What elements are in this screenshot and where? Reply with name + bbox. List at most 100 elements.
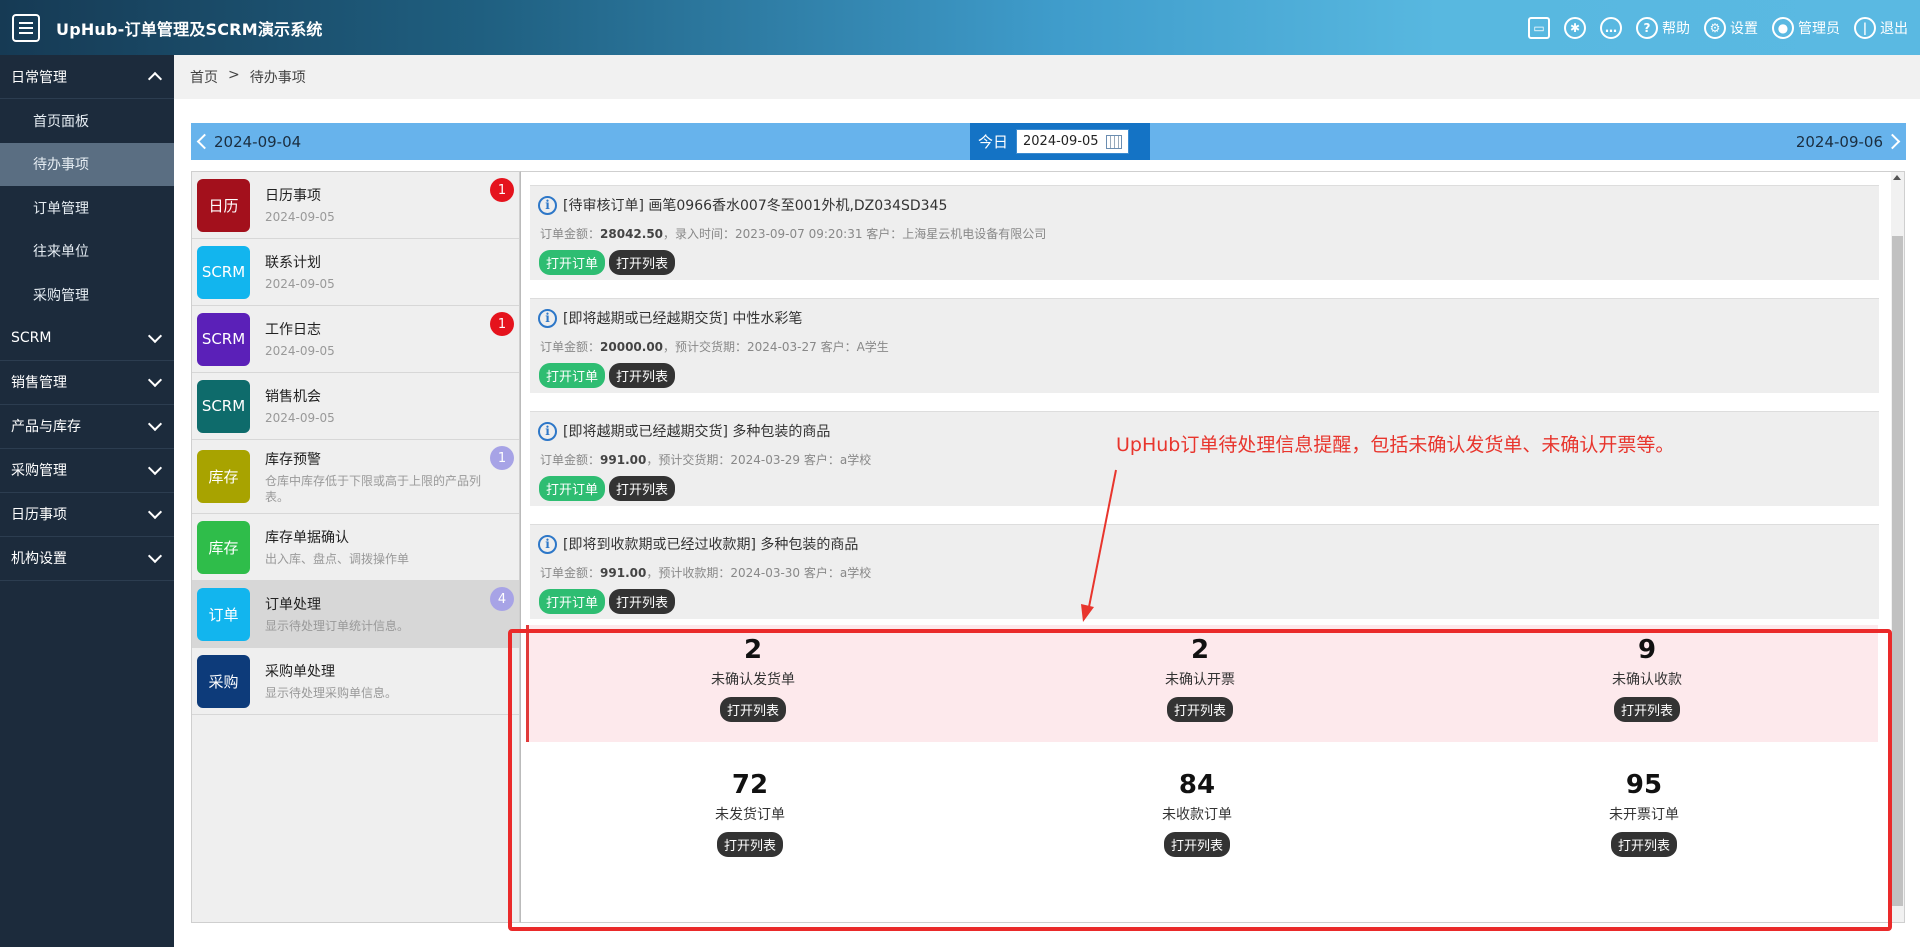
scroll-up-arrow-icon[interactable]: [1893, 175, 1901, 180]
sidebar-group-purchase[interactable]: 采购管理: [0, 449, 174, 493]
gear-icon: ⚙: [1704, 16, 1726, 39]
sidebar-group-inventory[interactable]: 产品与库存: [0, 405, 174, 449]
sidebar-group-label: SCRM: [11, 330, 52, 346]
open-list-button[interactable]: 打开列表: [609, 250, 676, 275]
list-item-stock-confirm[interactable]: 库存 库存单据确认 出入库、盘点、调拨操作单: [192, 514, 519, 581]
stat-uninvoiced-orders: 95 未开票订单 打开列表: [1564, 770, 1724, 857]
admin-button[interactable]: ● 管理员: [1772, 16, 1840, 39]
sidebar-item-todo[interactable]: 待办事项: [0, 142, 174, 186]
date-input[interactable]: 2024-09-05: [1016, 129, 1130, 154]
open-order-button[interactable]: 打开订单: [539, 363, 606, 388]
stat-unconfirmed-invoice: 2 未确认开票 打开列表: [1120, 635, 1280, 722]
list-item-title: 日历事项: [265, 188, 321, 204]
purchase-category-icon: 采购: [197, 654, 250, 708]
sidebar-group-sales[interactable]: 销售管理: [0, 361, 174, 405]
settings-button[interactable]: ⚙ 设置: [1704, 16, 1758, 39]
lock-icon: ●: [1772, 16, 1794, 39]
chevron-down-icon: [147, 504, 163, 519]
today-button[interactable]: 今日: [978, 131, 1008, 152]
stat-value: 9: [1637, 635, 1657, 665]
stat-value: 95: [1625, 770, 1663, 800]
main-area: 首页 > 待办事项 2024-09-04 今日 2024-09-05 2024-…: [174, 55, 1920, 947]
list-item-sub: 仓库中库存低于下限或高于上限的产品列表。: [265, 473, 482, 504]
open-list-button[interactable]: 打开列表: [716, 832, 783, 857]
open-list-button[interactable]: 打开列表: [609, 476, 676, 501]
list-item-title: 联系计划: [265, 255, 321, 271]
breadcrumb: 首页 > 待办事项: [190, 67, 306, 87]
count-badge: 4: [490, 587, 514, 611]
prev-day-button[interactable]: 2024-09-04: [195, 123, 301, 160]
list-item-sales-opportunity[interactable]: SCRM 销售机会 2024-09-05: [192, 373, 519, 440]
calendar-category-icon: 日历: [197, 178, 250, 232]
list-item-calendar[interactable]: 日历 日历事项 2024-09-05 1: [192, 172, 519, 239]
open-list-button[interactable]: 打开列表: [1163, 832, 1230, 857]
sidebar-item-partners[interactable]: 往来单位: [0, 230, 174, 274]
open-order-button[interactable]: 打开订单: [539, 589, 606, 614]
list-item-stock-alert[interactable]: 库存 库存预警 仓库中库存低于下限或高于上限的产品列表。 1: [192, 440, 519, 514]
chevron-up-icon: [147, 71, 163, 87]
chevron-down-icon: [147, 548, 163, 563]
open-list-button[interactable]: 打开列表: [609, 589, 676, 614]
task-meta: 订单金额：991.00，预计交货期：2024-03-29 客户：a学校: [540, 453, 872, 467]
menu-logo-icon[interactable]: [12, 13, 40, 42]
open-list-button[interactable]: 打开列表: [1166, 697, 1233, 722]
lightbulb-icon: ✱: [1564, 16, 1586, 39]
next-day-button[interactable]: 2024-09-06: [1796, 123, 1902, 160]
task-card: i [即将越期或已经越期交货] 多种包装的商品 订单金额：991.00，预计交货期…: [530, 411, 1879, 506]
sidebar-group-daily[interactable]: 日常管理: [0, 55, 174, 99]
list-item-order-processing[interactable]: 订单 订单处理 显示待处理订单统计信息。 4: [192, 581, 519, 648]
sidebar-item-dashboard[interactable]: 首页面板: [0, 99, 174, 143]
sidebar-item-orders[interactable]: 订单管理: [0, 186, 174, 230]
logout-button[interactable]: | 退出: [1854, 16, 1908, 39]
tips-button[interactable]: ✱: [1564, 16, 1586, 39]
list-item-title: 销售机会: [265, 389, 321, 405]
list-item-purchase-processing[interactable]: 采购 采购单处理 显示待处理采购单信息。: [192, 648, 519, 715]
task-meta: 订单金额：991.00，预计收款期：2024-03-30 客户：a学校: [540, 566, 872, 580]
info-icon: i: [538, 195, 557, 215]
help-button[interactable]: ? 帮助: [1636, 16, 1690, 39]
task-detail-panel: i [待审核订单] 画笔0966香水007冬至001外机,DZ034SD345 订…: [520, 171, 1905, 923]
todo-category-list: 日历 日历事项 2024-09-05 1 SCRM 联系计划 2024-09-05 …: [191, 171, 520, 923]
next-date: 2024-09-06: [1795, 132, 1883, 151]
sidebar-group-scrm[interactable]: SCRM: [0, 317, 174, 361]
inventory-category-icon: 库存: [197, 520, 250, 574]
stat-label: 未开票订单: [1609, 807, 1679, 823]
task-title: [待审核订单] 画笔0966香水007冬至001外机,DZ034SD345: [563, 198, 948, 214]
order-category-icon: 订单: [197, 587, 250, 641]
list-item-work-log[interactable]: SCRM 工作日志 2024-09-05 1: [192, 306, 519, 373]
open-order-button[interactable]: 打开订单: [539, 476, 606, 501]
open-list-button[interactable]: 打开列表: [1613, 697, 1680, 722]
task-meta: 订单金额：20000.00，预计交货期：2024-03-27 客户：A学生: [540, 340, 889, 354]
chat-icon: …: [1600, 16, 1622, 39]
task-card: i [待审核订单] 画笔0966香水007冬至001外机,DZ034SD345 订…: [530, 185, 1879, 280]
breadcrumb-home[interactable]: 首页: [190, 67, 218, 87]
open-order-button[interactable]: 打开订单: [539, 250, 606, 275]
open-list-button[interactable]: 打开列表: [609, 363, 676, 388]
task-title: [即将越期或已经越期交货] 中性水彩笔: [563, 311, 803, 327]
scrollbar-thumb[interactable]: [1892, 236, 1903, 906]
sidebar-item-purchase[interactable]: 采购管理: [0, 273, 174, 317]
help-icon: ?: [1636, 16, 1658, 39]
stat-unconfirmed-delivery: 2 未确认发货单 打开列表: [673, 635, 833, 722]
scrollbar[interactable]: [1891, 172, 1904, 922]
stat-label: 未确认开票: [1165, 672, 1235, 688]
print-button[interactable]: ▭: [1528, 16, 1550, 39]
list-item-contact-plan[interactable]: SCRM 联系计划 2024-09-05: [192, 239, 519, 306]
sidebar-group-label: 机构设置: [11, 551, 67, 567]
open-list-button[interactable]: 打开列表: [719, 697, 786, 722]
calendar-icon[interactable]: [1106, 134, 1123, 149]
scrm-category-icon: SCRM: [197, 312, 250, 366]
sidebar-group-org[interactable]: 机构设置: [0, 537, 174, 581]
list-item-sub: 2024-09-05: [265, 344, 335, 358]
sidebar-group-calendar[interactable]: 日历事项: [0, 493, 174, 537]
sidebar-group-label: 产品与库存: [11, 419, 81, 435]
chat-button[interactable]: …: [1600, 16, 1622, 39]
stat-value: 72: [731, 770, 769, 800]
admin-label: 管理员: [1798, 20, 1840, 37]
chevron-down-icon: [147, 372, 163, 387]
printer-icon: ▭: [1528, 16, 1550, 39]
stat-value: 84: [1178, 770, 1216, 800]
list-item-sub: 显示待处理采购单信息。: [265, 686, 398, 700]
chevron-down-icon: [147, 416, 163, 431]
open-list-button[interactable]: 打开列表: [1610, 832, 1677, 857]
